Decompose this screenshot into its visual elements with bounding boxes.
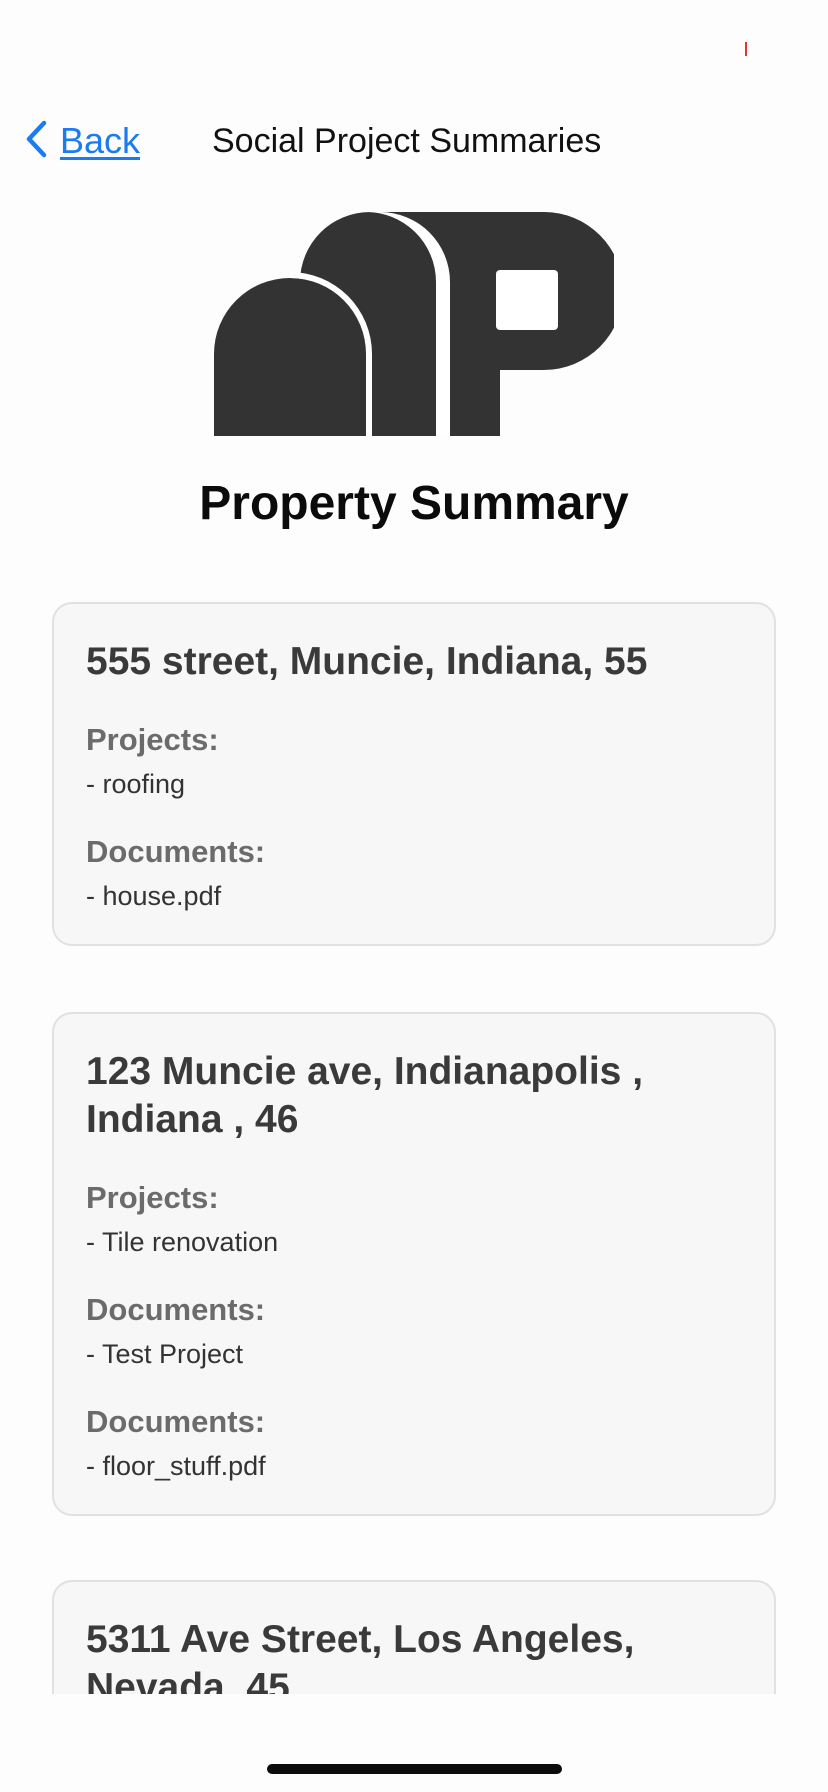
- projects-label: Projects:: [86, 1180, 219, 1215]
- project-item: - roofing: [86, 769, 186, 799]
- back-label: Back: [60, 120, 141, 161]
- property-address: 555 street, Muncie, Indiana, 55: [86, 640, 648, 683]
- document-item: - Test Project: [86, 1339, 244, 1369]
- property-card[interactable]: 5311 Ave Street, Los Angeles, Nevada, 45: [52, 1580, 776, 1694]
- page-title: Property Summary: [199, 477, 629, 530]
- project-item: - Tile renovation: [86, 1227, 279, 1257]
- nav-title: Social Project Summaries: [212, 122, 602, 160]
- documents-label: Documents:: [86, 1404, 266, 1439]
- documents-label: Documents:: [86, 1292, 266, 1327]
- projects-label: Projects:: [86, 722, 219, 757]
- back-button[interactable]: Back: [24, 120, 140, 162]
- property-card[interactable]: 123 Muncie ave, Indianapolis , Indiana ,…: [52, 1012, 776, 1516]
- navigation-bar: Back Social Project Summaries: [0, 110, 828, 170]
- document-item: - house.pdf: [86, 881, 222, 911]
- app-logo: [214, 211, 623, 436]
- chevron-left-icon: [24, 119, 48, 164]
- home-indicator[interactable]: [267, 1764, 562, 1774]
- property-address: 5311 Ave Street, Los Angeles, Nevada, 45: [86, 1618, 635, 1694]
- app-screen: Back Social Project Summaries Property S…: [0, 0, 828, 1792]
- status-bar: [0, 0, 828, 94]
- documents-label: Documents:: [86, 834, 266, 869]
- recording-indicator: [745, 42, 747, 56]
- property-card[interactable]: 555 street, Muncie, Indiana, 55 Projects…: [52, 602, 776, 946]
- property-address: 123 Muncie ave, Indianapolis , Indiana ,…: [86, 1050, 644, 1141]
- document-item: - floor_stuff.pdf: [86, 1451, 266, 1481]
- property-list[interactable]: 555 street, Muncie, Indiana, 55 Projects…: [0, 600, 828, 1694]
